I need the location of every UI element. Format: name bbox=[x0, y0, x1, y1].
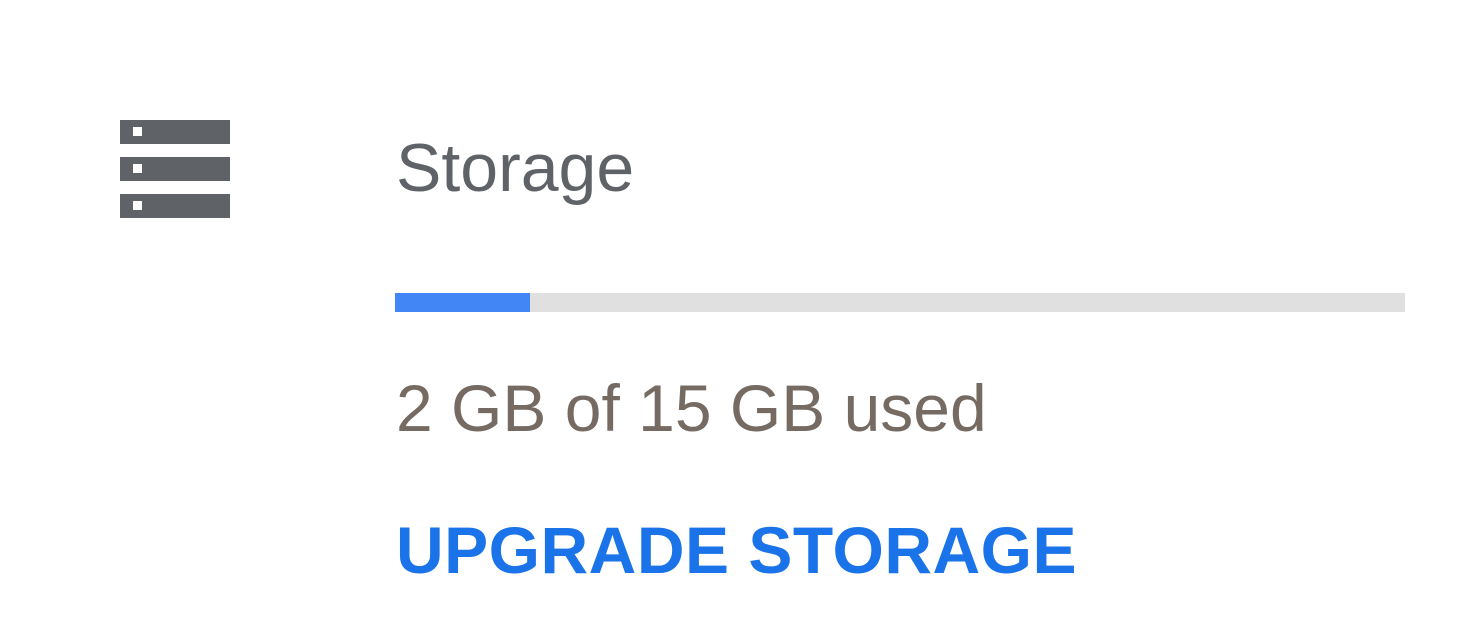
storage-title: Storage bbox=[396, 130, 635, 206]
upgrade-storage-link[interactable]: UPGRADE STORAGE bbox=[396, 510, 1077, 590]
storage-usage-text: 2 GB of 15 GB used bbox=[396, 371, 987, 445]
storage-icon bbox=[120, 120, 230, 218]
storage-section: Storage 2 GB of 15 GB used UPGRADE STORA… bbox=[0, 0, 1467, 636]
storage-progress-bar bbox=[395, 293, 1405, 312]
storage-progress-fill bbox=[395, 293, 530, 312]
